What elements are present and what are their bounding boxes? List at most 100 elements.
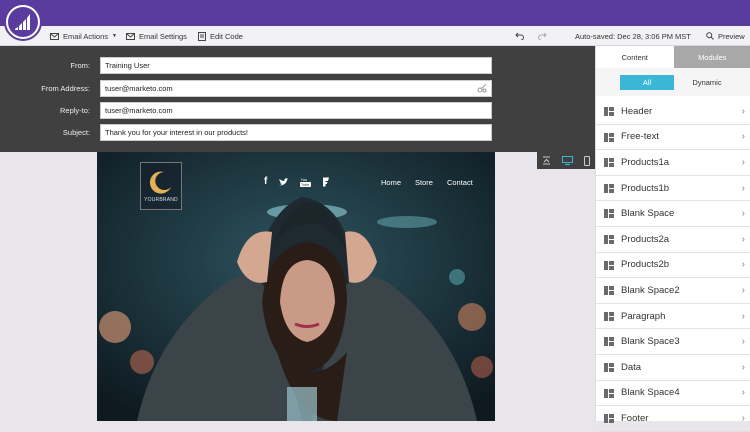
module-list: Header›Free-text›Products1a›Products1b›B… [596, 99, 750, 432]
filter-dynamic[interactable]: Dynamic [680, 75, 734, 90]
module-grid-icon [604, 158, 614, 167]
nav-home-link[interactable]: Home [381, 178, 401, 187]
youtube-icon[interactable]: YouTube [300, 177, 311, 187]
module-label: Header [621, 106, 652, 117]
chevron-right-icon[interactable]: › [742, 106, 745, 117]
email-header-panel: From: Training User From Address: tuser@… [0, 46, 595, 152]
list-item[interactable]: Products1a › [596, 150, 750, 176]
module-grid-icon [604, 389, 614, 398]
module-grid-icon [604, 337, 614, 346]
search-icon [706, 32, 714, 40]
svg-text:You: You [301, 177, 308, 182]
from-address-field[interactable]: tuser@marketo.com [100, 80, 492, 97]
module-label: Products2a [621, 234, 669, 245]
list-item[interactable]: Blank Space3 › [596, 329, 750, 355]
preview-button[interactable]: Preview [706, 26, 745, 46]
chevron-right-icon[interactable]: › [742, 362, 745, 373]
nav-contact-link[interactable]: Contact [447, 178, 473, 187]
collapse-header-icon[interactable] [542, 156, 551, 165]
reply-to-label: Reply-to: [0, 102, 90, 119]
from-label: From: [0, 57, 90, 74]
top-bar [0, 0, 750, 26]
chevron-right-icon[interactable]: › [742, 183, 745, 194]
social-links: f YouTube [264, 177, 330, 187]
module-label: Blank Space [621, 208, 674, 219]
autosave-text: Auto-saved: Dec 28, 3:06 PM MST [575, 32, 691, 41]
twitter-icon[interactable] [278, 178, 289, 187]
list-item[interactable]: Header › [596, 99, 750, 125]
email-actions-menu[interactable]: Email Actions ▼ [50, 26, 117, 46]
module-label: Paragraph [621, 311, 665, 322]
code-file-icon [198, 32, 206, 41]
foursquare-icon[interactable] [322, 177, 330, 187]
list-item[interactable]: Blank Space4 › [596, 381, 750, 407]
chevron-right-icon[interactable]: › [742, 208, 745, 219]
subject-field[interactable]: Thank you for your interest in our produ… [100, 124, 492, 141]
chevron-right-icon[interactable]: › [742, 259, 745, 270]
list-item[interactable]: Products2b › [596, 253, 750, 279]
chevron-right-icon[interactable]: › [742, 311, 745, 322]
module-label: Blank Space4 [621, 387, 680, 398]
filter-toggle: All Dynamic [596, 68, 750, 96]
list-item[interactable]: Paragraph › [596, 304, 750, 330]
list-item[interactable]: Footer› [596, 406, 750, 432]
svg-text:Tube: Tube [301, 183, 309, 187]
nav-store-link[interactable]: Store [415, 178, 433, 187]
module-label: Blank Space3 [621, 336, 680, 347]
mobile-view-icon[interactable] [584, 156, 590, 166]
email-canvas[interactable]: YOURBRAND f YouTube Home Store Contact [97, 152, 495, 421]
marketo-bars-icon [14, 14, 32, 30]
undo-icon [515, 32, 524, 40]
from-address-label: From Address: [0, 80, 90, 97]
list-item[interactable]: Data › [596, 355, 750, 381]
module-grid-icon [604, 235, 614, 244]
undo-button[interactable] [515, 26, 524, 46]
email-settings-button[interactable]: Email Settings [126, 26, 187, 46]
chevron-right-icon[interactable]: › [742, 131, 745, 142]
chevron-right-icon[interactable]: › [742, 387, 745, 398]
module-grid-icon [604, 414, 614, 423]
list-item[interactable]: Products1b › [596, 176, 750, 202]
autosave-status: Auto-saved: Dec 28, 3:06 PM MST [575, 26, 691, 46]
brand-name: YOURBRAND [144, 197, 178, 203]
module-grid-icon [604, 107, 614, 116]
module-grid-icon [604, 363, 614, 372]
module-label: Products1a [621, 157, 669, 168]
reply-to-field[interactable]: tuser@marketo.com [100, 102, 492, 119]
chevron-right-icon[interactable]: › [742, 413, 745, 424]
from-field[interactable]: Training User [100, 57, 492, 74]
marketo-logo[interactable] [4, 3, 42, 41]
moon-logo-icon [149, 170, 173, 194]
redo-button[interactable] [538, 26, 547, 46]
chevron-right-icon[interactable]: › [742, 285, 745, 296]
edit-code-label: Edit Code [210, 32, 243, 41]
tab-modules[interactable]: Modules [674, 46, 750, 68]
chevron-right-icon[interactable]: › [742, 336, 745, 347]
chevron-right-icon[interactable]: › [742, 157, 745, 168]
module-grid-icon [604, 184, 614, 193]
redo-icon [538, 32, 547, 40]
chevron-right-icon[interactable]: › [742, 234, 745, 245]
desktop-view-icon[interactable] [562, 156, 573, 165]
facebook-icon[interactable]: f [264, 177, 267, 187]
preview-label: Preview [718, 32, 745, 41]
list-item[interactable]: Products2a › [596, 227, 750, 253]
envelope-icon [50, 33, 59, 40]
brand-logo[interactable]: YOURBRAND [140, 162, 182, 210]
module-label: Blank Space2 [621, 285, 680, 296]
module-label: Products1b [621, 183, 669, 194]
token-picker-icon[interactable] [477, 84, 487, 93]
list-item[interactable]: Blank Space › [596, 201, 750, 227]
toolbar: Email Actions ▼ Email Settings Edit Code… [0, 26, 750, 46]
edit-code-button[interactable]: Edit Code [198, 26, 243, 46]
list-item[interactable]: Blank Space2 › [596, 278, 750, 304]
filter-all[interactable]: All [620, 75, 674, 90]
module-grid-icon [604, 209, 614, 218]
module-label: Products2b [621, 259, 669, 270]
caret-down-icon: ▼ [112, 33, 117, 39]
list-item[interactable]: Free-text› [596, 125, 750, 151]
tab-content[interactable]: Content [596, 46, 674, 68]
module-grid-icon [604, 286, 614, 295]
email-settings-label: Email Settings [139, 32, 187, 41]
module-label: Data [621, 362, 641, 373]
